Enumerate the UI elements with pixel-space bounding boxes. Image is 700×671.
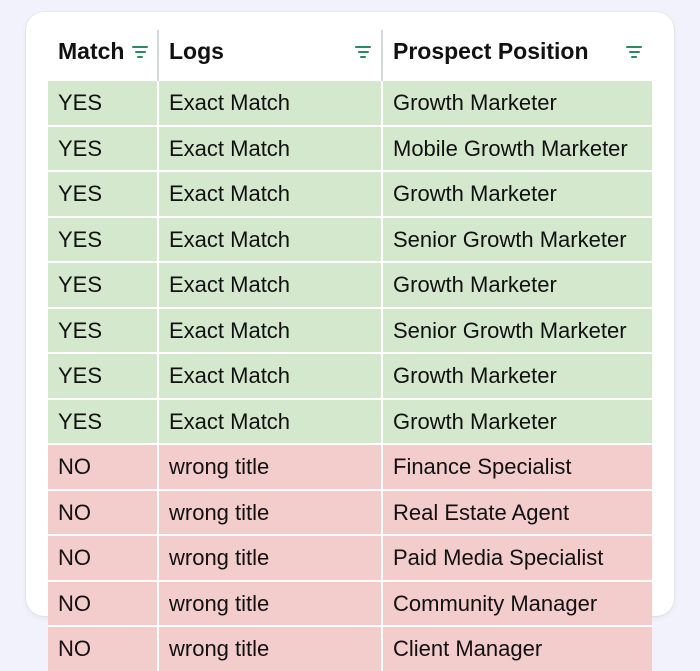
col-header-label: Prospect Position	[393, 38, 589, 65]
cell-logs: wrong title	[158, 581, 382, 627]
filter-icon[interactable]	[355, 45, 371, 59]
cell-position: Real Estate Agent	[382, 490, 652, 536]
cell-match: YES	[48, 262, 158, 308]
table-row[interactable]: NO wrong title Finance Specialist	[48, 444, 652, 490]
table-row[interactable]: NO wrong title Real Estate Agent	[48, 490, 652, 536]
table-row[interactable]: NO wrong title Community Manager	[48, 581, 652, 627]
cell-position: Paid Media Specialist	[382, 535, 652, 581]
cell-match: YES	[48, 308, 158, 354]
cell-match: YES	[48, 353, 158, 399]
cell-logs: Exact Match	[158, 80, 382, 126]
cell-logs: Exact Match	[158, 171, 382, 217]
cell-position: Mobile Growth Marketer	[382, 126, 652, 172]
table-row[interactable]: NO wrong title Client Manager	[48, 626, 652, 671]
col-header-position[interactable]: Prospect Position	[382, 30, 652, 80]
table-row[interactable]: YES Exact Match Growth Marketer	[48, 80, 652, 126]
cell-position: Senior Growth Marketer	[382, 217, 652, 263]
cell-position: Growth Marketer	[382, 171, 652, 217]
table-row[interactable]: YES Exact Match Senior Growth Marketer	[48, 308, 652, 354]
cell-logs: Exact Match	[158, 353, 382, 399]
cell-position: Growth Marketer	[382, 353, 652, 399]
cell-match: YES	[48, 80, 158, 126]
prospect-table: Match Logs Pro	[48, 30, 652, 671]
cell-match: YES	[48, 217, 158, 263]
table-card: Match Logs Pro	[26, 12, 674, 616]
cell-position: Finance Specialist	[382, 444, 652, 490]
cell-logs: wrong title	[158, 490, 382, 536]
cell-logs: Exact Match	[158, 217, 382, 263]
cell-position: Client Manager	[382, 626, 652, 671]
col-header-logs[interactable]: Logs	[158, 30, 382, 80]
cell-logs: Exact Match	[158, 399, 382, 445]
cell-logs: Exact Match	[158, 126, 382, 172]
table-row[interactable]: YES Exact Match Growth Marketer	[48, 399, 652, 445]
cell-match: YES	[48, 399, 158, 445]
cell-logs: Exact Match	[158, 262, 382, 308]
cell-logs: wrong title	[158, 535, 382, 581]
table-row[interactable]: NO wrong title Paid Media Specialist	[48, 535, 652, 581]
cell-match: NO	[48, 490, 158, 536]
cell-match: YES	[48, 126, 158, 172]
table-row[interactable]: YES Exact Match Mobile Growth Marketer	[48, 126, 652, 172]
cell-match: NO	[48, 626, 158, 671]
cell-position: Community Manager	[382, 581, 652, 627]
col-header-label: Logs	[169, 38, 224, 65]
filter-icon[interactable]	[626, 45, 642, 59]
cell-match: YES	[48, 171, 158, 217]
cell-logs: wrong title	[158, 626, 382, 671]
cell-match: NO	[48, 444, 158, 490]
filter-icon[interactable]	[132, 45, 148, 59]
cell-position: Growth Marketer	[382, 399, 652, 445]
table-row[interactable]: YES Exact Match Growth Marketer	[48, 262, 652, 308]
cell-position: Growth Marketer	[382, 80, 652, 126]
table-row[interactable]: YES Exact Match Growth Marketer	[48, 353, 652, 399]
cell-match: NO	[48, 535, 158, 581]
cell-position: Senior Growth Marketer	[382, 308, 652, 354]
table-row[interactable]: YES Exact Match Senior Growth Marketer	[48, 217, 652, 263]
cell-position: Growth Marketer	[382, 262, 652, 308]
cell-match: NO	[48, 581, 158, 627]
table-body: YES Exact Match Growth Marketer YES Exac…	[48, 80, 652, 671]
col-header-label: Match	[58, 38, 124, 65]
cell-logs: wrong title	[158, 444, 382, 490]
table-header-row: Match Logs Pro	[48, 30, 652, 80]
cell-logs: Exact Match	[158, 308, 382, 354]
table-row[interactable]: YES Exact Match Growth Marketer	[48, 171, 652, 217]
col-header-match[interactable]: Match	[48, 30, 158, 80]
